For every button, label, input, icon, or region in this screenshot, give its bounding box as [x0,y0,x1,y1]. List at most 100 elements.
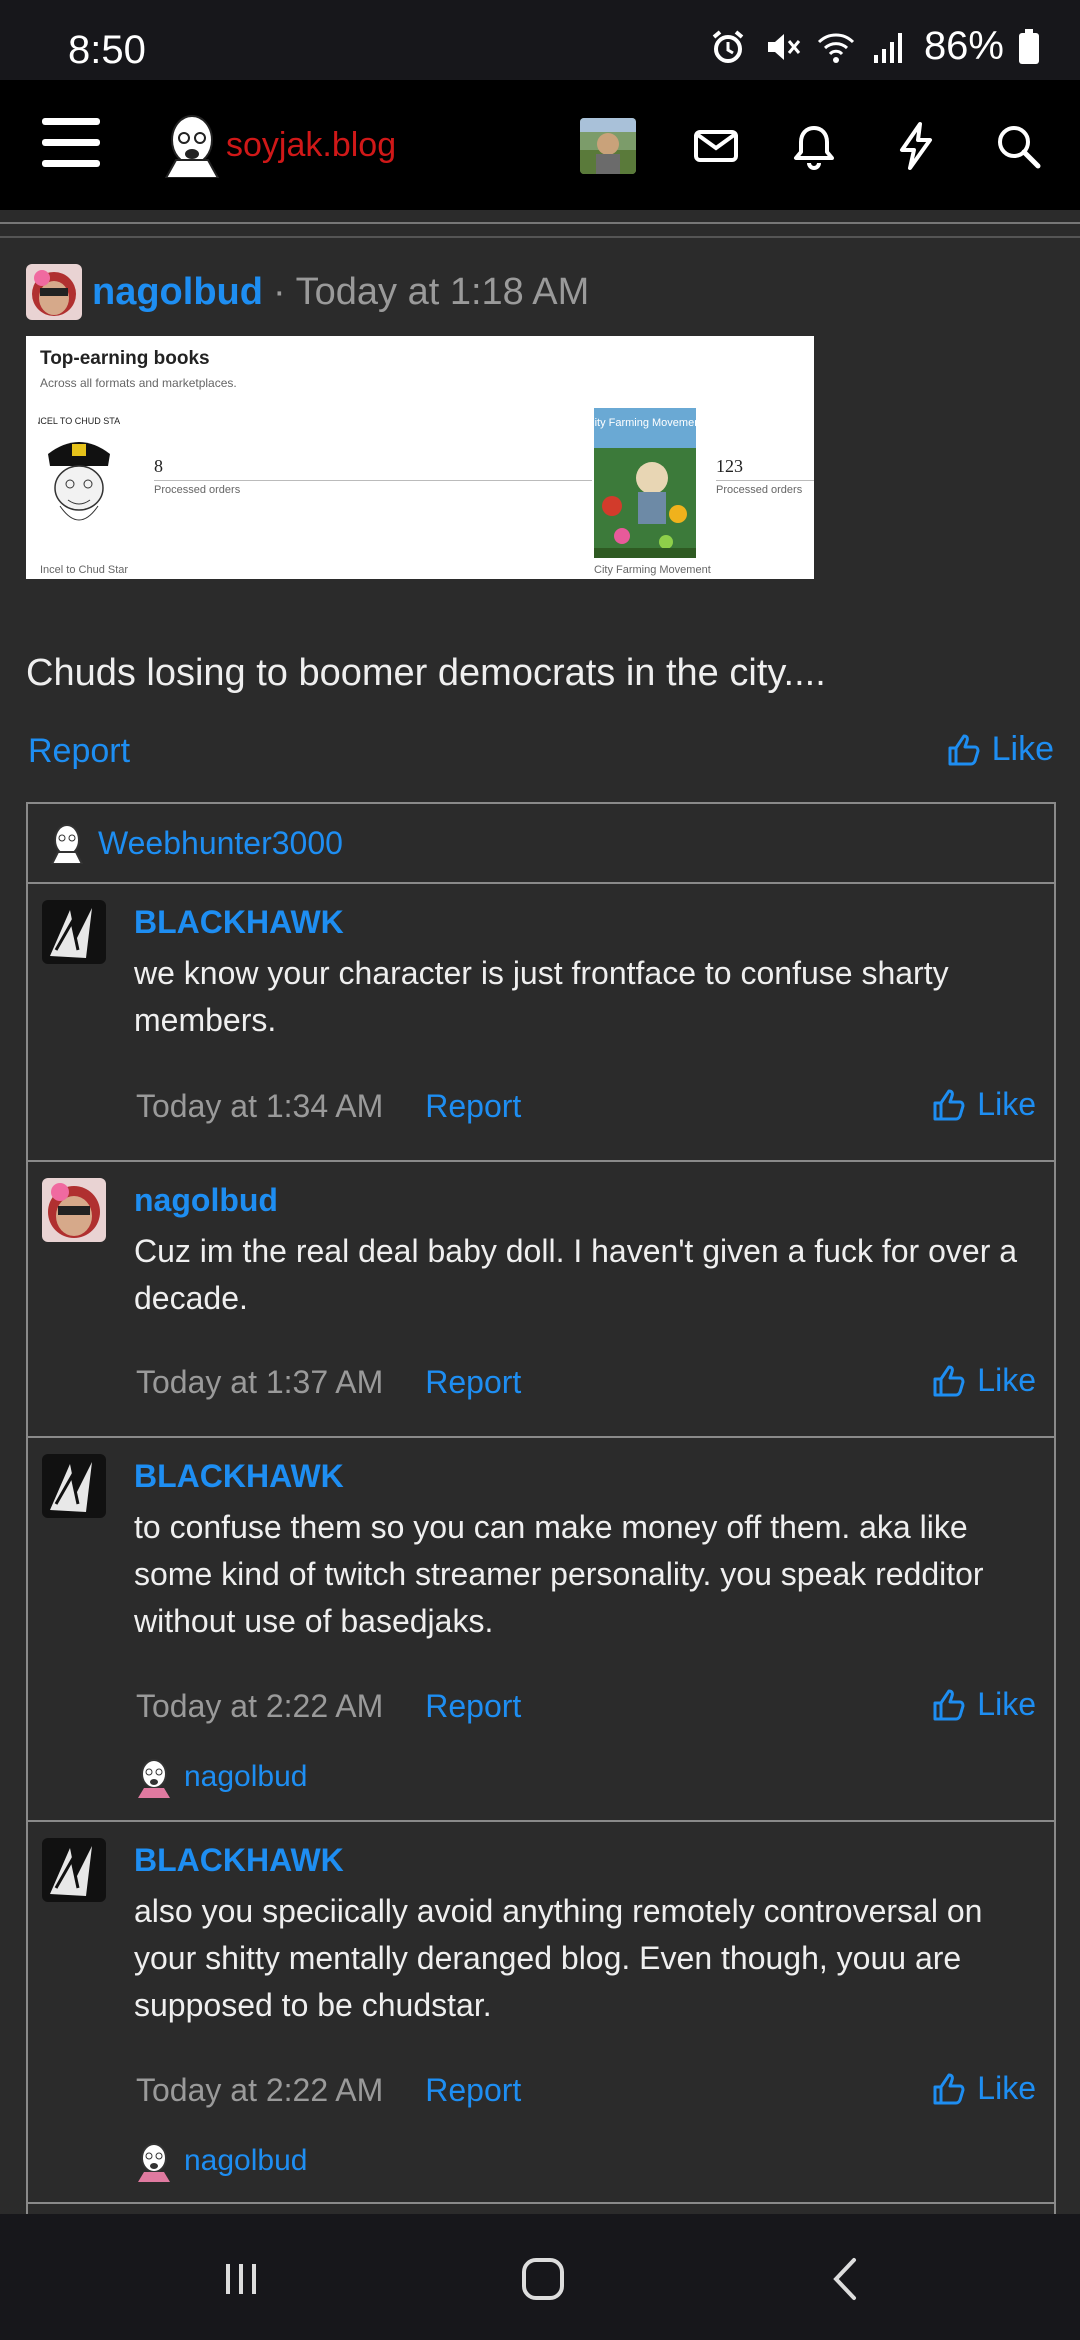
status-icons: 86% [708,24,1040,69]
book-2-name: City Farming Movement [594,564,711,576]
menu-icon[interactable] [42,118,100,172]
post-author-avatar[interactable] [26,264,82,320]
comment-report-link[interactable]: Report [425,1364,521,1401]
comment-author-name[interactable]: BLACKHAWK [134,1842,344,1879]
comment-reaction: nagolbud [134,1756,307,1798]
comment-like-button[interactable]: Like [931,1362,1036,1399]
post-attachment-image[interactable]: Top-earning books Across all formats and… [26,336,814,579]
book-2-count-label: Processed orders [716,484,803,496]
comment-reaction: nagolbud [134,2140,307,2182]
comment-report-link[interactable]: Report [425,2072,521,2109]
back-icon[interactable] [822,2254,872,2304]
signal-icon [873,32,902,63]
comment-text: Cuz im the real deal baby doll. I haven'… [134,1233,1018,1316]
comment-like-label: Like [977,1686,1036,1722]
comment-like-label: Like [977,1362,1036,1398]
bell-icon[interactable] [788,120,840,172]
top-navbar: soyjak.blog [0,80,1080,210]
thumbs-up-icon [933,2073,965,2104]
post-header: nagolbud · Today at 1:18 AM [26,264,589,320]
comment-author-name[interactable]: nagolbud [134,1182,278,1219]
liker-avatar[interactable] [48,822,86,864]
home-icon[interactable] [518,2254,568,2304]
comment-item: BLACKHAWK we know your character is just… [28,882,1054,1160]
reactor-name[interactable]: nagolbud [184,2144,307,2178]
post-timestamp[interactable]: Today at 1:18 AM [296,271,590,314]
comment-meta: Today at 1:37 AM Report [136,1364,521,1401]
comment-timestamp[interactable]: Today at 2:22 AM [136,2072,383,2109]
book-1-name: Incel to Chud Star [40,564,129,576]
site-logo[interactable]: soyjak.blog [162,112,396,178]
comment-like-label: Like [977,1086,1036,1122]
wifi-icon [817,32,854,63]
book-1-count: 8 [154,456,163,476]
attachment-title: Top-earning books [40,348,210,369]
post-body-text: Chuds losing to boomer democrats in the … [26,652,826,694]
comments-section: Weebhunter3000 BLACKHAWK we know your ch… [26,802,1056,2222]
comment-author-avatar[interactable] [42,1178,106,1242]
comment-text: to confuse them so you can make money of… [134,1509,984,1639]
reactor-avatar[interactable] [134,2140,174,2182]
comment-timestamp[interactable]: Today at 1:37 AM [136,1364,383,1401]
book-cover-1: INCEL TO CHUD STAR [31,410,127,556]
comment-text: also you speciically avoid anything remo… [134,1893,983,2023]
comment-item: BLACKHAWK also you speciically avoid any… [28,1820,1054,2204]
comment-meta: Today at 1:34 AM Report [136,1088,521,1125]
comment-like-button[interactable]: Like [931,1686,1036,1723]
mail-icon[interactable] [690,120,742,172]
soyjak-logo-icon [164,115,220,178]
attachment-subtitle: Across all formats and marketplaces. [40,376,237,390]
thumbs-up-icon [933,1689,965,1720]
comment-item: nagolbud Cuz im the real deal baby doll.… [28,1160,1054,1436]
post-like-label: Like [991,730,1054,768]
mute-icon [767,33,801,60]
comment-text: we know your character is just frontface… [134,955,949,1038]
liker-row: Weebhunter3000 [48,822,343,864]
book-1-bar [154,480,592,481]
comment-meta: Today at 2:22 AM Report [136,1688,521,1725]
thumbs-up-icon [933,1365,965,1396]
comment-author-name[interactable]: BLACKHAWK [134,904,344,941]
thumbs-up-icon [948,734,980,765]
book-2-bar [716,480,814,481]
search-icon[interactable] [992,120,1044,172]
battery-percent: 86% [923,24,1004,68]
comment-author-name[interactable]: BLACKHAWK [134,1458,344,1495]
comment-author-avatar[interactable] [42,1838,106,1902]
status-time: 8:50 [68,28,146,72]
comment-timestamp[interactable]: Today at 2:22 AM [136,1688,383,1725]
comment-author-avatar[interactable] [42,1454,106,1518]
book-1-count-label: Processed orders [154,484,241,496]
post-like-button[interactable]: Like [946,730,1054,769]
comment-like-button[interactable]: Like [931,1086,1036,1123]
reactor-name[interactable]: nagolbud [184,1760,307,1794]
lightning-icon[interactable] [890,120,942,172]
comment-timestamp[interactable]: Today at 1:34 AM [136,1088,383,1125]
system-navigation-bar [0,2214,1080,2340]
book-2-count: 123 [716,456,743,476]
comment-report-link[interactable]: Report [425,1088,521,1125]
comment-meta: Today at 2:22 AM Report [136,2072,521,2109]
site-name: soyjak.blog [226,125,397,164]
divider [0,236,1080,238]
comment-item: BLACKHAWK to confuse them so you can mak… [28,1436,1054,1820]
status-bar: 8:50 86% [0,0,1080,80]
post-author-name[interactable]: nagolbud [92,271,263,314]
comment-like-button[interactable]: Like [931,2070,1036,2107]
comment-author-avatar[interactable] [42,900,106,964]
battery-icon [1019,28,1039,64]
user-avatar[interactable] [580,118,636,174]
liker-name[interactable]: Weebhunter3000 [98,825,343,862]
thumbs-up-icon [933,1089,965,1120]
alarm-icon [712,29,744,63]
reactor-avatar[interactable] [134,1756,174,1798]
comment-report-link[interactable]: Report [425,1688,521,1725]
book-cover-2: City Farming Movement [587,408,703,558]
recent-apps-icon[interactable] [216,2254,266,2304]
post-separator: · [272,270,286,313]
divider [0,222,1080,224]
post-report-link[interactable]: Report [28,732,130,771]
book-cover-2-text: City Farming Movement [594,417,696,429]
book-cover-1-text: INCEL TO CHUD STAR [38,416,120,426]
comment-like-label: Like [977,2070,1036,2106]
